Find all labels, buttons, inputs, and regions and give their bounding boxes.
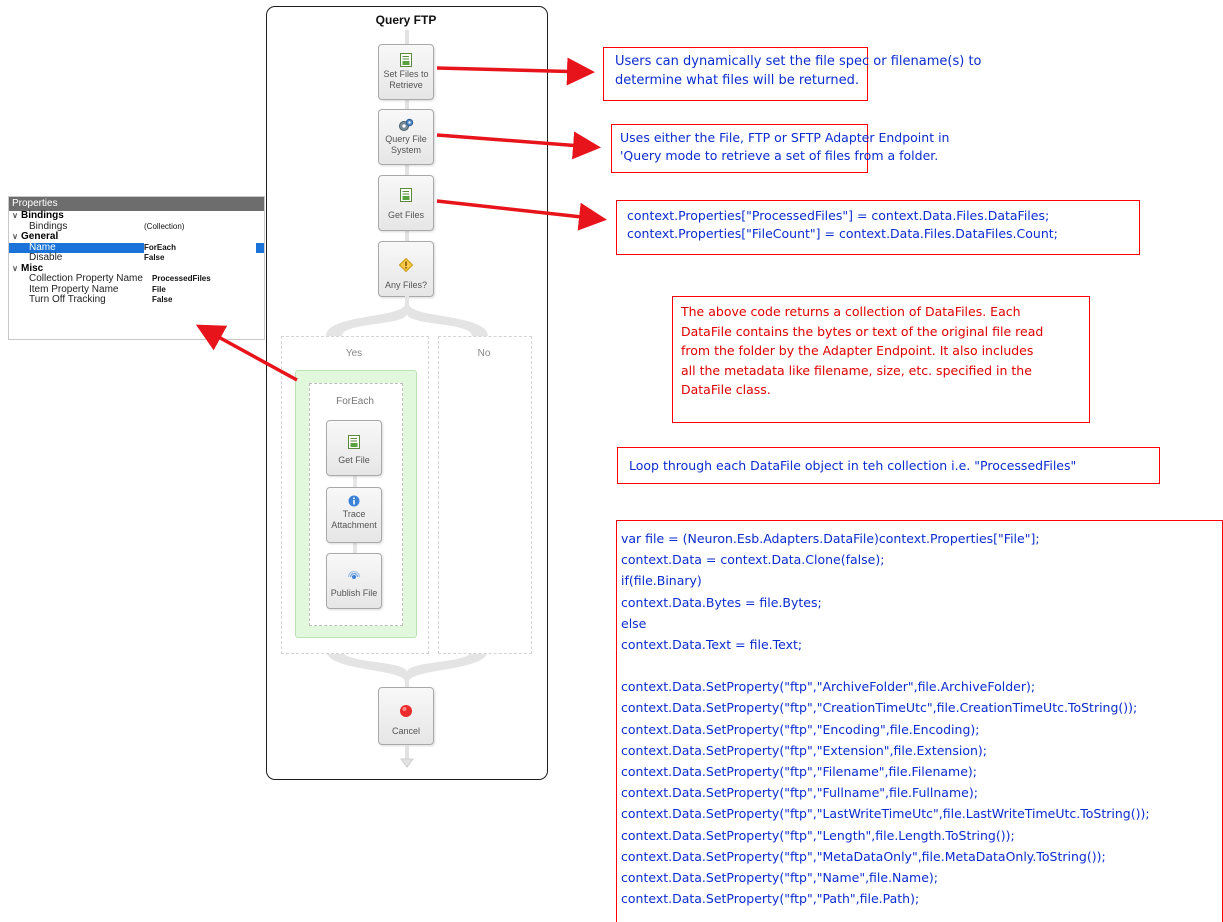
arrow-get-files (436, 199, 607, 231)
arrow-set-files (436, 57, 595, 86)
annotation-arrows (195, 57, 607, 382)
arrow-foreach-properties (195, 324, 298, 382)
arrow-query-file-system (436, 131, 601, 160)
